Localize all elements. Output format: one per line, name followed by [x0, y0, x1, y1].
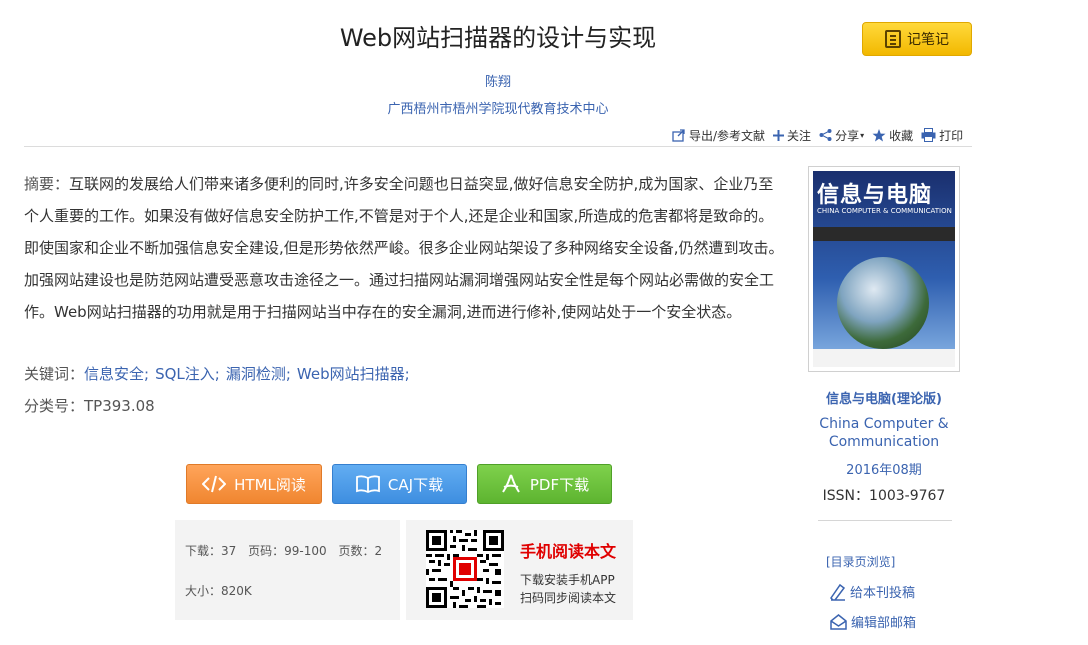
export-reference-button[interactable]: 导出/参考文献 — [672, 127, 765, 144]
article-stats: 下载：37 页码：99-100 页数：2 大小：820K — [175, 520, 400, 620]
file-size: 大小：820K — [185, 584, 252, 598]
mobile-read-line2: 扫码同步阅读本文 — [520, 591, 617, 605]
pdf-download-label: PDF下载 — [529, 475, 590, 494]
chevron-down-icon: ▾ — [860, 130, 865, 140]
classification: 分类号：TP393.08 — [24, 390, 155, 422]
editorial-mailbox-link[interactable]: 编辑部邮箱 — [830, 612, 916, 631]
article-toolbar: 导出/参考文献 关注 分享 ▾ 收藏 打印 — [672, 126, 963, 144]
qr-code — [426, 530, 504, 608]
keywords-label: 关键词： — [24, 365, 85, 383]
classification-value: TP393.08 — [84, 397, 155, 415]
collect-button[interactable]: 收藏 — [872, 127, 913, 144]
printer-icon — [921, 128, 936, 142]
keyword-link[interactable]: 漏洞检测; — [226, 365, 291, 383]
editorial-mailbox-label: 编辑部邮箱 — [851, 616, 917, 631]
share-button[interactable]: 分享 ▾ — [819, 127, 864, 144]
pdf-download-button[interactable]: PDF下载 — [477, 464, 612, 504]
journal-issn: ISSN：1003-9767 — [822, 488, 946, 504]
keyword-link[interactable]: 信息安全; — [84, 365, 149, 383]
collect-label: 收藏 — [889, 128, 914, 143]
mobile-read-title: 手机阅读本文 — [520, 542, 617, 561]
pen-icon — [830, 583, 846, 601]
export-reference-label: 导出/参考文献 — [689, 128, 766, 143]
keyword-link[interactable]: Web网站扫描器; — [297, 365, 410, 383]
print-label: 打印 — [939, 128, 964, 143]
cover-title: 信息与电脑 — [817, 183, 933, 208]
plus-icon — [773, 129, 785, 141]
page-range: 页码：99-100 — [248, 544, 327, 558]
abstract-label: 摘要： — [24, 175, 70, 193]
cover-footer — [813, 349, 955, 367]
abstract-text: 互联网的发展给人们带来诸多便利的同时,许多安全问题也日益突显,做好信息安全防护,… — [24, 175, 784, 321]
mobile-read-subtitle: 下载安装手机APP 扫码同步阅读本文 — [520, 571, 616, 607]
star-icon — [872, 128, 886, 141]
mobile-read-line1: 下载安装手机APP — [520, 573, 615, 587]
take-note-button[interactable]: 记笔记 — [862, 22, 972, 56]
submit-manuscript-label: 给本刊投稿 — [850, 586, 916, 601]
globe-image — [837, 257, 929, 349]
classification-label: 分类号： — [24, 397, 85, 415]
organization-link[interactable]: 广西梧州市梧州学院现代教育技术中心 — [200, 98, 796, 117]
cover-subtitle: CHINA COMPUTER & COMMUNICATION — [817, 207, 952, 215]
share-icon — [819, 129, 832, 141]
follow-label: 关注 — [787, 128, 812, 143]
code-icon — [202, 475, 227, 493]
follow-button[interactable]: 关注 — [773, 127, 811, 144]
pdf-icon — [502, 474, 520, 493]
journal-cover-image: 信息与电脑 CHINA COMPUTER & COMMUNICATION — [813, 171, 955, 367]
article-title: Web网站扫描器的设计与实现 — [339, 24, 657, 52]
html-read-button[interactable]: HTML阅读 — [186, 464, 322, 504]
journal-name[interactable]: 信息与电脑(理论版) — [808, 388, 960, 407]
journal-cover[interactable]: 信息与电脑 CHINA COMPUTER & COMMUNICATION — [808, 166, 960, 372]
caj-download-button[interactable]: CAJ下载 — [332, 464, 467, 504]
cover-band — [813, 227, 955, 241]
mobile-read-panel: 手机阅读本文 下载安装手机APP 扫码同步阅读本文 — [406, 520, 633, 620]
submit-manuscript-link[interactable]: 给本刊投稿 — [830, 582, 915, 601]
author-link[interactable]: 陈翔 — [200, 71, 796, 90]
keyword-link[interactable]: SQL注入; — [155, 365, 220, 383]
header-divider — [24, 146, 972, 147]
share-label: 分享 — [835, 128, 860, 143]
take-note-label: 记笔记 — [907, 32, 949, 48]
abstract: 摘要：互联网的发展给人们带来诸多便利的同时,许多安全问题也日益突显,做好信息安全… — [24, 168, 786, 328]
html-read-label: HTML阅读 — [234, 475, 306, 494]
page-count: 页数：2 — [338, 544, 383, 558]
keywords: 关键词：信息安全; SQL注入; 漏洞检测; Web网站扫描器; — [24, 358, 416, 390]
print-button[interactable]: 打印 — [921, 127, 963, 144]
caj-download-label: CAJ下载 — [387, 475, 444, 494]
notebook-icon — [885, 30, 901, 48]
journal-issue[interactable]: 2016年08期 — [808, 459, 960, 478]
sidebar-divider — [818, 520, 952, 521]
mail-icon — [830, 613, 847, 630]
export-icon — [672, 128, 685, 142]
download-count: 下载：37 — [185, 544, 237, 558]
book-icon — [356, 475, 380, 493]
toc-browse-link[interactable]: [目录页浏览] — [826, 553, 895, 570]
journal-name-en[interactable]: China Computer & Communication — [808, 415, 960, 451]
